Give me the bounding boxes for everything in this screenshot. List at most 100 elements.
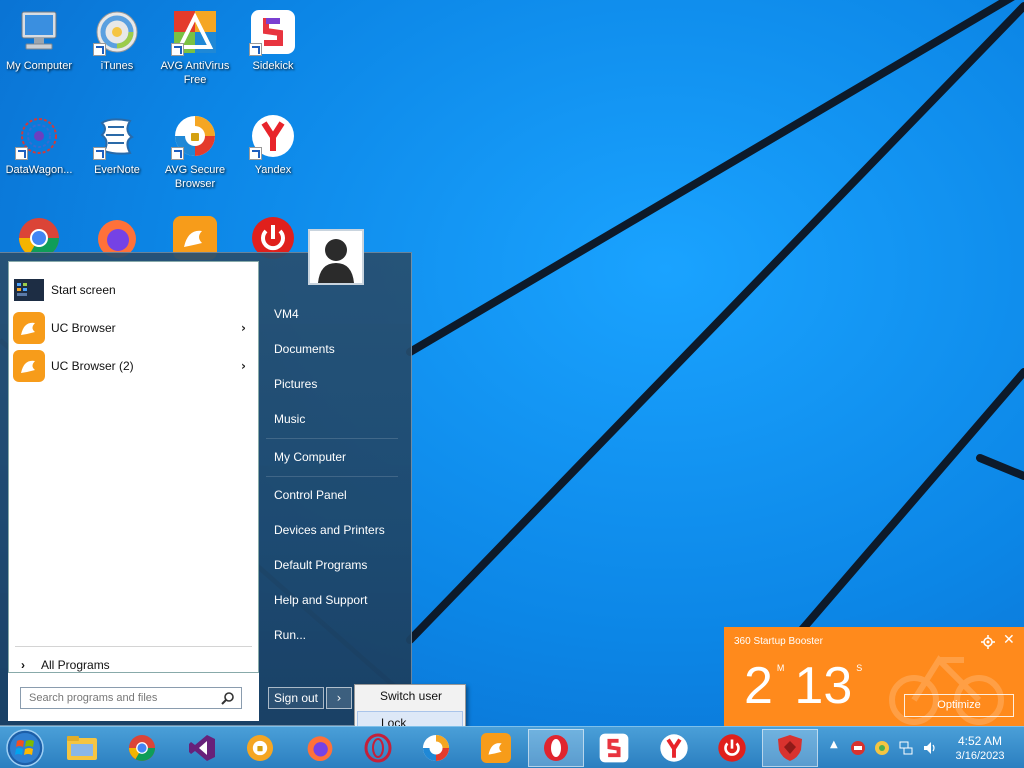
taskbar-sidekick[interactable] <box>586 729 642 767</box>
start-menu-link-user[interactable]: VM4 <box>266 299 400 329</box>
visual-studio-icon <box>189 735 215 761</box>
chevron-right-icon: › <box>21 658 25 672</box>
shield-icon <box>778 735 802 761</box>
desktop-icon-label: AVG AntiVirus Free <box>160 60 230 86</box>
divider <box>15 646 252 647</box>
network-icon[interactable] <box>898 740 914 756</box>
chrome-icon <box>128 734 156 762</box>
start-menu-link-control-panel[interactable]: Control Panel <box>266 480 400 510</box>
show-hidden-icons-button[interactable]: ▲ <box>830 739 838 750</box>
chevron-right-icon: › <box>241 359 246 373</box>
start-menu-item-label: UC Browser (2) <box>51 359 134 373</box>
start-menu-link-documents[interactable]: Documents <box>266 334 400 364</box>
system-tray: ▲ 4:52 AM 3/16/2023 <box>824 727 1024 768</box>
start-menu-item-uc-browser-2[interactable]: UC Browser (2) › <box>13 348 256 384</box>
start-menu-link-pictures[interactable]: Pictures <box>266 369 400 399</box>
booster-title: 360 Startup Booster <box>734 636 823 647</box>
taskbar-firefox[interactable] <box>292 729 348 767</box>
start-menu-programs-pane: Start screen UC Browser › UC Browser (2)… <box>8 261 259 673</box>
desktop-icon-avg-antivirus[interactable]: AVG AntiVirus Free <box>156 8 234 87</box>
volume-icon[interactable] <box>922 740 938 756</box>
start-menu-link-my-computer[interactable]: My Computer <box>266 442 400 472</box>
uc-browser-icon <box>13 312 45 344</box>
search-icon <box>221 692 234 705</box>
shortcut-arrow-icon <box>249 43 262 56</box>
tray-app-icon[interactable] <box>850 740 866 756</box>
desktop-icon-sidekick[interactable]: Sidekick <box>234 8 312 73</box>
avg-browser-icon <box>246 734 274 762</box>
divider <box>266 476 398 477</box>
user-avatar[interactable] <box>308 229 364 285</box>
desktop-icon-label: EverNote <box>94 164 140 176</box>
desktop-icon-label: My Computer <box>5 60 73 72</box>
startup-booster-popup: 360 Startup Booster ✕ 2 M 13 S Optimize <box>724 627 1024 728</box>
boot-time-display: 2 M 13 S <box>744 657 872 715</box>
start-screen-icon <box>13 274 45 306</box>
start-menu-link-run[interactable]: Run... <box>266 620 400 650</box>
shortcut-arrow-icon <box>171 147 184 160</box>
desktop-icon-datawagon[interactable]: DataWagon... <box>0 112 78 177</box>
search-placeholder: Search programs and files <box>29 692 158 704</box>
search-input[interactable]: Search programs and files <box>20 687 242 709</box>
avg-secure-browser-icon <box>422 734 450 762</box>
firefox-icon <box>307 736 333 762</box>
shortcut-arrow-icon <box>249 147 262 160</box>
shortcut-arrow-icon <box>15 147 28 160</box>
desktop-icon-itunes[interactable]: iTunes <box>78 8 156 73</box>
desktop-icon-evernote[interactable]: EverNote <box>78 112 156 177</box>
desktop-icon-my-computer[interactable]: My Computer <box>0 8 78 73</box>
power-options-button[interactable]: › <box>326 687 352 709</box>
clock-date[interactable]: 3/16/2023 <box>950 750 1010 762</box>
shortcut-arrow-icon <box>93 147 106 160</box>
taskbar-avg-secure-browser[interactable] <box>408 729 464 767</box>
taskbar: ▲ 4:52 AM 3/16/2023 <box>0 726 1024 768</box>
yandex-icon <box>660 734 688 762</box>
start-menu-item-start-screen[interactable]: Start screen <box>13 272 256 308</box>
taskbar-file-explorer[interactable] <box>54 729 110 767</box>
boot-minutes: 2 <box>744 657 773 715</box>
start-menu-item-uc-browser[interactable]: UC Browser › <box>13 310 256 346</box>
uc-browser-icon <box>481 733 511 763</box>
start-button[interactable] <box>5 728 45 768</box>
desktop-icon-label: DataWagon... <box>5 164 73 176</box>
avg-secure-browser-icon <box>171 112 219 160</box>
evernote-icon <box>93 112 141 160</box>
taskbar-avg-browser[interactable] <box>232 729 288 767</box>
sidekick-icon <box>249 8 297 56</box>
start-menu: Start screen UC Browser › UC Browser (2)… <box>0 229 412 726</box>
sidekick-icon <box>599 733 629 763</box>
chevron-right-icon: › <box>241 321 246 335</box>
avg-antivirus-icon <box>171 8 219 56</box>
desktop-icon-avg-secure-browser[interactable]: AVG Secure Browser <box>156 112 234 191</box>
start-menu-link-help-support[interactable]: Help and Support <box>266 585 400 615</box>
power-app-icon <box>718 734 746 762</box>
taskbar-uc-browser[interactable] <box>468 729 524 767</box>
taskbar-power-app[interactable] <box>704 729 760 767</box>
optimize-button[interactable]: Optimize <box>904 694 1014 717</box>
start-menu-item-label: UC Browser <box>51 321 116 335</box>
taskbar-opera-dark[interactable] <box>350 729 406 767</box>
start-menu-link-music[interactable]: Music <box>266 404 400 434</box>
datawagon-icon <box>15 112 63 160</box>
start-menu-link-default-programs[interactable]: Default Programs <box>266 550 400 580</box>
start-menu-search-area: Search programs and files <box>8 673 259 721</box>
taskbar-security-shield[interactable] <box>762 729 818 767</box>
taskbar-yandex[interactable] <box>646 729 702 767</box>
menu-item-switch-user[interactable]: Switch user <box>357 685 463 707</box>
taskbar-opera[interactable] <box>528 729 584 767</box>
seconds-unit: S <box>856 663 863 673</box>
desktop-icon-label: AVG Secure Browser <box>164 164 226 190</box>
gear-icon[interactable] <box>981 635 995 649</box>
sign-out-button[interactable]: Sign out <box>268 687 324 709</box>
yandex-icon <box>249 112 297 160</box>
taskbar-chrome[interactable] <box>114 729 170 767</box>
start-menu-link-devices-printers[interactable]: Devices and Printers <box>266 515 400 545</box>
desktop-icon-yandex[interactable]: Yandex <box>234 112 312 177</box>
clock-time[interactable]: 4:52 AM <box>954 734 1006 748</box>
opera-icon <box>364 733 392 763</box>
taskbar-visual-studio[interactable] <box>174 729 230 767</box>
opera-icon <box>544 735 568 761</box>
close-icon[interactable]: ✕ <box>1003 633 1015 647</box>
tray-360-icon[interactable] <box>874 740 890 756</box>
itunes-icon <box>93 8 141 56</box>
